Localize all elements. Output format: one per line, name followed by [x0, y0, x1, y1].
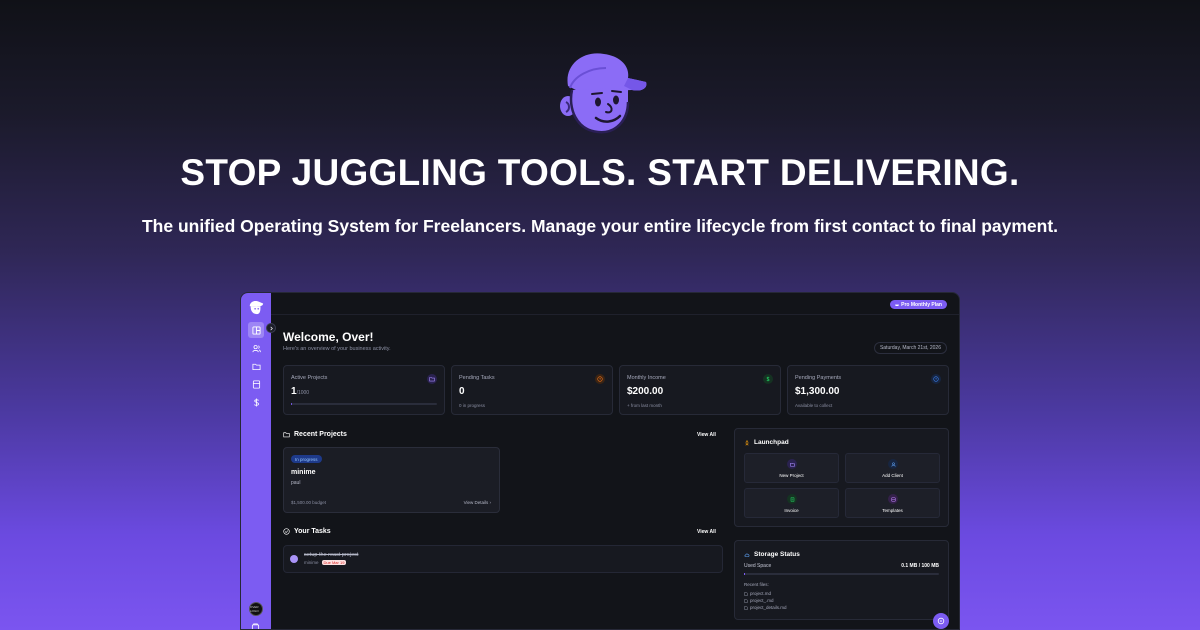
freelancer-mascot-icon — [560, 53, 647, 134]
dashboard-icon — [251, 325, 261, 335]
settings-icon[interactable] — [251, 623, 260, 630]
launchpad-new-project-button[interactable]: New Project — [744, 453, 839, 483]
task-name: setup the react project — [304, 552, 359, 558]
recent-files-label: Recent files: — [744, 582, 769, 587]
stat-note: Available to collect — [795, 403, 833, 408]
hero-headline: STOP JUGGLING TOOLS. START DELIVERING. — [180, 152, 1020, 193]
receipt-icon — [787, 494, 797, 504]
storage-used-row: Used Space 0.1 MB / 100 MB — [744, 563, 939, 569]
stat-card-monthly-income[interactable]: Monthly Income $200.00 + from last month — [619, 365, 781, 415]
stat-label: Pending Payments — [795, 375, 842, 381]
cloud-icon — [744, 553, 750, 557]
stat-label: Pending Tasks — [459, 375, 495, 381]
folder-icon — [251, 363, 261, 370]
file-icon — [744, 598, 748, 603]
launchpad-invoice-button[interactable]: Invoice — [744, 488, 839, 518]
rocket-icon — [745, 439, 749, 446]
stat-card-pending-payments[interactable]: Pending Payments $1,300.00 Available to … — [787, 365, 949, 415]
storage-panel: Storage Status Used Space 0.1 MB / 100 M… — [734, 540, 949, 620]
launchpad-add-client-button[interactable]: Add Client — [845, 453, 940, 483]
avatar[interactable]: OVER LOGO — [249, 602, 263, 616]
tasks-view-all-link[interactable]: View All — [697, 529, 716, 535]
your-tasks-heading: Your Tasks — [283, 528, 331, 535]
sidebar-collapse-button[interactable] — [266, 323, 276, 333]
file-item[interactable]: project.md — [744, 591, 771, 596]
crown-icon — [895, 303, 899, 306]
file-icon — [744, 605, 748, 610]
sidebar-item-clients[interactable] — [248, 340, 264, 356]
chevron-right-icon — [269, 326, 273, 330]
stat-value: $200.00 — [627, 386, 664, 397]
dollar-icon — [253, 397, 259, 407]
project-budget: $1,500.00 budget — [291, 500, 327, 505]
launchpad-label: Invoice — [784, 508, 799, 513]
storage-title: Storage Status — [744, 551, 800, 558]
chat-icon — [937, 617, 945, 625]
sidebar-item-dashboard[interactable] — [248, 322, 264, 338]
launchpad-label: New Project — [779, 473, 804, 478]
stat-note: 0 in progress — [459, 403, 486, 408]
help-chat-button[interactable] — [933, 613, 949, 629]
file-icon — [744, 591, 748, 596]
app-window: OVER LOGO Pro Monthly Plan Welcome, Over… — [240, 292, 960, 630]
file-item[interactable]: project_details.md — [744, 605, 787, 610]
project-client: paul — [291, 480, 301, 486]
stat-note: + from last month — [627, 403, 662, 408]
recent-projects-heading: Recent Projects — [283, 431, 347, 438]
task-checkbox[interactable] — [290, 555, 298, 563]
sidebar-item-documents[interactable] — [248, 376, 264, 392]
storage-used-value: 0.1 MB / 100 MB — [901, 563, 939, 569]
dollar-icon — [763, 374, 773, 384]
stat-value: $1,300.00 — [795, 386, 840, 397]
clock-icon — [595, 374, 605, 384]
sidebar-item-payments[interactable] — [248, 394, 264, 410]
hero-subline: The unified Operating System for Freelan… — [141, 216, 1059, 236]
recent-projects-view-all-link[interactable]: View All — [697, 432, 716, 438]
launchpad-panel: Launchpad New Project Add Client Invoice… — [734, 428, 949, 527]
project-card[interactable]: In progress minime paul $1,500.00 budget… — [283, 447, 500, 513]
stat-label: Monthly Income — [627, 375, 666, 381]
view-details-link[interactable]: View Details › — [464, 500, 491, 505]
folder-icon — [787, 459, 797, 469]
project-name: minime — [291, 469, 316, 476]
task-row[interactable]: setup the react project minime Due Mar 1… — [283, 545, 723, 573]
task-project: minime — [304, 560, 319, 565]
folder-icon — [283, 432, 290, 438]
launchpad-label: Add Client — [882, 473, 903, 478]
file-item[interactable]: project_.md — [744, 598, 774, 603]
date-chip: Saturday, March 21st, 2026 — [873, 342, 947, 354]
sidebar-item-projects[interactable] — [248, 358, 264, 374]
document-icon — [252, 379, 260, 389]
stat-card-pending-tasks[interactable]: Pending Tasks 0 0 in progress — [451, 365, 613, 415]
page-title: Welcome, Over! — [283, 330, 374, 344]
stat-value: 1/1000 — [291, 386, 310, 397]
app-logo-icon — [249, 300, 264, 315]
stat-card-active-projects[interactable]: Active Projects 1/1000 — [283, 365, 445, 415]
due-badge: Due Mar 19 — [321, 560, 347, 565]
plan-badge[interactable]: Pro Monthly Plan — [890, 300, 947, 309]
launchpad-templates-button[interactable]: Templates — [845, 488, 940, 518]
users-icon — [251, 344, 261, 352]
launchpad-title: Launchpad — [744, 439, 789, 446]
clock-icon — [931, 374, 941, 384]
plan-badge-label: Pro Monthly Plan — [901, 301, 942, 308]
sidebar: OVER LOGO — [241, 293, 271, 630]
task-meta: minime Due Mar 19 — [304, 560, 347, 565]
stat-value: 0 — [459, 386, 465, 397]
page-subtitle: Here's an overview of your business acti… — [283, 346, 391, 352]
folder-icon — [427, 374, 437, 384]
launchpad-label: Templates — [882, 508, 903, 513]
storage-used-label: Used Space — [744, 563, 772, 569]
template-icon — [888, 494, 898, 504]
top-bar: Pro Monthly Plan — [271, 293, 959, 315]
active-projects-progress — [291, 403, 437, 405]
stat-label: Active Projects — [291, 375, 328, 381]
users-icon — [888, 459, 898, 469]
status-badge: In progress — [291, 455, 322, 463]
storage-progress — [744, 573, 939, 575]
check-circle-icon — [283, 528, 290, 535]
